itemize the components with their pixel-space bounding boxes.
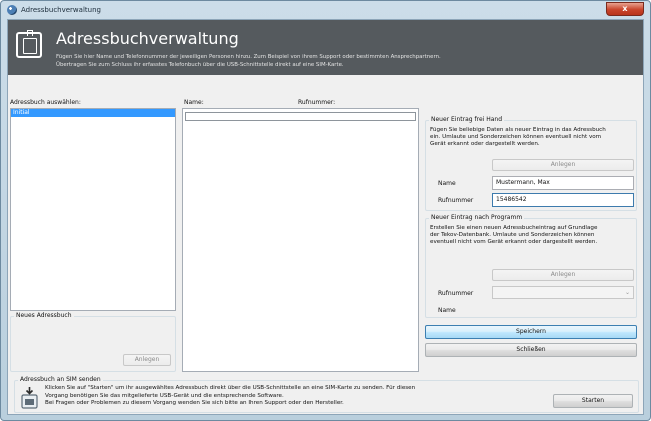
name-column-header: Name: (184, 99, 204, 106)
program-entry-group: Neuer Eintrag nach Programm Erstellen Si… (425, 214, 637, 318)
addressbook-label: Adressbuch auswählen: (10, 99, 81, 106)
program-name-label: Name (438, 307, 456, 314)
manual-entry-title: Neuer Eintrag frei Hand (429, 116, 505, 124)
program-number-label: Rufnummer (438, 290, 474, 297)
header-banner: Adressbuchverwaltung Fügen Sie hier Name… (8, 20, 643, 75)
save-button[interactable]: Speichern (425, 325, 637, 339)
close-window-button[interactable]: x (606, 2, 644, 16)
send-to-sim-description: Klicken Sie auf "Starten" um ihr ausgewä… (45, 385, 485, 408)
manual-name-field[interactable]: Mustermann, Max (492, 176, 634, 190)
entries-list[interactable] (182, 108, 419, 372)
send-to-sim-group: Adressbuch an SIM senden Klicken Sie auf… (14, 376, 639, 413)
program-number-combo[interactable]: ⌄ (492, 286, 634, 299)
new-addressbook-title: Neues Adressbuch (14, 312, 74, 320)
description-line: Gerät erkannt oder dargestellt werden. (430, 141, 540, 147)
app-window: Adressbuchverwaltung x Adressbuchverwalt… (0, 0, 651, 421)
clipboard-icon (16, 30, 42, 58)
app-icon (7, 5, 17, 15)
create-addressbook-button[interactable]: Anlegen (123, 354, 171, 366)
page-title: Adressbuchverwaltung (56, 29, 239, 48)
chevron-down-icon: ⌄ (624, 289, 630, 296)
page-description: Fügen Sie hier Name und Telefonnummer de… (56, 53, 626, 69)
manual-entry-description: Fügen Sie beliebige Daten als neuer Eint… (430, 127, 606, 148)
title-bar[interactable]: Adressbuchverwaltung x (1, 1, 650, 19)
description-line: Klicken Sie auf "Starten" um ihr ausgewä… (45, 385, 416, 391)
addressbook-list[interactable]: Initial (10, 108, 176, 311)
manual-number-field[interactable]: 15486542 (492, 193, 634, 207)
close-button[interactable]: Schließen (425, 343, 637, 357)
download-to-device-icon (21, 387, 38, 409)
client-area: Adressbuchverwaltung Fügen Sie hier Name… (7, 19, 644, 415)
description-line: Erstellen Sie einen neuen Adressbucheint… (430, 225, 598, 231)
entry-edit-row[interactable] (185, 112, 416, 121)
description-line: ein. Umlaute und Sonderzeichen können ev… (430, 134, 602, 140)
addressbook-item[interactable]: Initial (11, 109, 175, 117)
description-line: der Tekov-Datenbank. Umlaute und Sonderz… (430, 232, 595, 238)
description-line: eventuell nicht vom Gerät erkannt oder d… (430, 239, 598, 245)
program-entry-title: Neuer Eintrag nach Programm (429, 214, 525, 222)
start-button[interactable]: Starten (553, 394, 633, 408)
send-to-sim-title: Adressbuch an SIM senden (18, 376, 103, 384)
number-column-header: Rufnummer: (298, 99, 336, 106)
program-entry-description: Erstellen Sie einen neuen Adressbucheint… (430, 225, 597, 246)
description-line: Übertragen Sie zum Schluss ihr erfasstes… (56, 62, 344, 68)
create-program-entry-button[interactable]: Anlegen (492, 269, 634, 281)
manual-entry-group: Neuer Eintrag frei Hand Fügen Sie belieb… (425, 116, 637, 211)
create-manual-entry-button[interactable]: Anlegen (492, 159, 634, 171)
description-line: Vorgang benötigen Sie das mitgelieferte … (45, 392, 284, 399)
new-addressbook-group: Neues Adressbuch Anlegen (10, 312, 176, 372)
description-line: Fügen Sie beliebige Daten als neuer Eint… (430, 127, 606, 133)
manual-name-label: Name (438, 180, 456, 187)
description-line: Bei Fragen oder Problemen zu diesem Vorg… (45, 400, 344, 406)
window-title: Adressbuchverwaltung (21, 6, 101, 14)
description-line: Fügen Sie hier Name und Telefonnummer de… (56, 54, 441, 60)
manual-number-label: Rufnummer (438, 197, 474, 204)
